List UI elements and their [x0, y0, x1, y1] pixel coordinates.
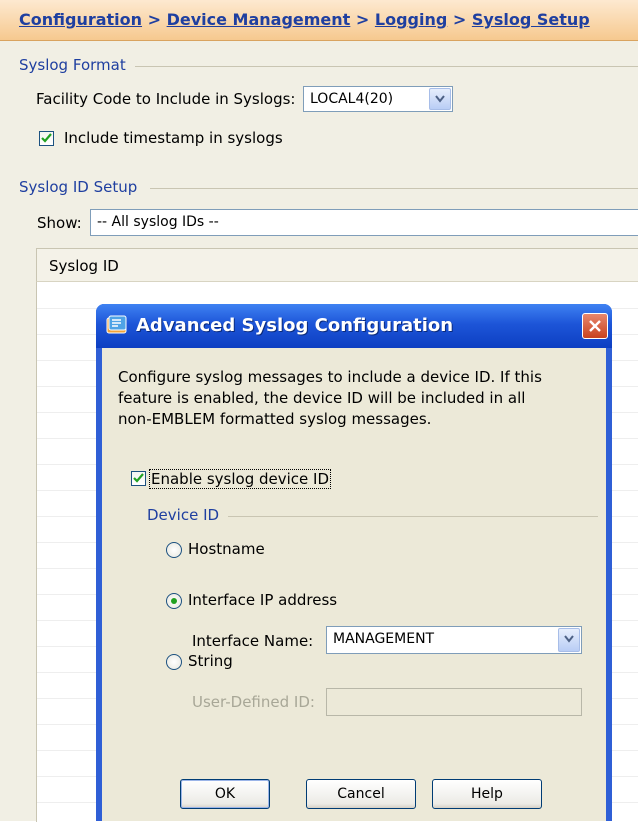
check-icon — [133, 473, 144, 483]
ok-button[interactable]: OK — [180, 779, 270, 809]
breadcrumb-logging[interactable]: Logging — [375, 10, 447, 29]
include-timestamp-checkbox[interactable] — [39, 131, 54, 146]
dialog-description-line: feature is enabled, the device ID will b… — [118, 389, 526, 407]
group-divider — [135, 66, 638, 67]
enable-device-id-checkbox[interactable] — [131, 471, 146, 486]
breadcrumb-bar: Configuration > Device Management > Logg… — [0, 0, 638, 41]
breadcrumb-configuration[interactable]: Configuration — [19, 10, 142, 29]
interface-name-value: MANAGEMENT — [333, 631, 435, 647]
dialog-description-line: non-EMBLEM formatted syslog messages. — [118, 410, 432, 428]
radio-selected-dot — [171, 598, 177, 604]
close-button[interactable] — [582, 313, 608, 339]
app-icon — [106, 315, 128, 335]
breadcrumb: Configuration > Device Management > Logg… — [19, 10, 590, 29]
breadcrumb-separator: > — [355, 10, 370, 29]
column-header-syslog-id[interactable]: Syslog ID — [49, 257, 119, 275]
dialog-description-line: Configure syslog messages to include a d… — [118, 368, 542, 386]
user-defined-id-input[interactable] — [326, 688, 582, 716]
check-icon — [41, 133, 52, 143]
breadcrumb-device-management[interactable]: Device Management — [167, 10, 351, 29]
show-filter-value: -- All syslog IDs -- — [97, 214, 219, 230]
string-label: String — [188, 652, 233, 670]
include-timestamp-label: Include timestamp in syslogs — [64, 129, 283, 147]
user-defined-id-label: User-Defined ID: — [192, 693, 315, 711]
dialog-title: Advanced Syslog Configuration — [136, 315, 454, 336]
syslog-id-setup-title: Syslog ID Setup — [19, 178, 138, 196]
show-label: Show: — [37, 214, 82, 232]
hostname-label: Hostname — [188, 540, 265, 558]
string-radio[interactable] — [166, 654, 182, 670]
breadcrumb-syslog-setup: Syslog Setup — [471, 10, 590, 29]
chevron-down-icon[interactable] — [429, 88, 451, 110]
interface-ip-label: Interface IP address — [188, 591, 338, 609]
help-button[interactable]: Help — [432, 779, 542, 809]
interface-name-label: Interface Name: — [192, 632, 314, 650]
breadcrumb-separator: > — [147, 10, 162, 29]
table-header: Syslog ID — [36, 248, 638, 282]
facility-code-select[interactable]: LOCAL4(20) — [303, 86, 453, 112]
cancel-button[interactable]: Cancel — [306, 779, 416, 809]
group-divider — [150, 188, 638, 189]
facility-code-label: Facility Code to Include in Syslogs: — [36, 90, 296, 108]
device-id-group-title: Device ID — [147, 506, 220, 524]
hostname-radio[interactable] — [166, 542, 182, 558]
interface-name-select[interactable]: MANAGEMENT — [326, 626, 582, 654]
facility-code-value: LOCAL4(20) — [310, 91, 394, 107]
group-divider — [228, 516, 598, 517]
close-icon — [589, 320, 601, 332]
interface-ip-radio[interactable] — [166, 593, 182, 609]
syslog-format-title: Syslog Format — [19, 56, 126, 74]
show-filter-select[interactable]: -- All syslog IDs -- — [90, 209, 638, 236]
breadcrumb-separator: > — [452, 10, 467, 29]
chevron-down-icon[interactable] — [558, 628, 580, 652]
enable-device-id-label: Enable syslog device ID — [148, 469, 332, 489]
